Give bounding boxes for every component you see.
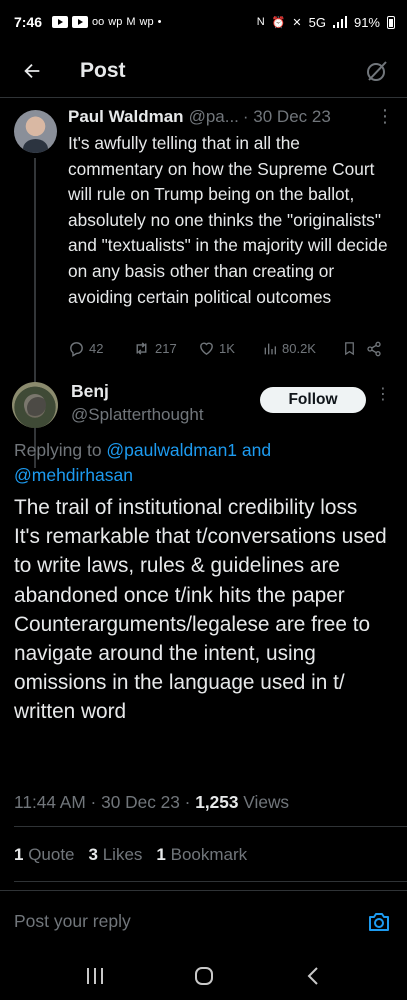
washington-post-icon: wp [108, 16, 123, 28]
author-handle[interactable]: @Splatterthought [71, 405, 204, 425]
likes-count: 3 [88, 845, 98, 864]
tweet-text-line-1: The trail of institutional credibility l… [14, 496, 358, 519]
back-button[interactable] [12, 51, 52, 91]
follow-button[interactable]: Follow [260, 387, 366, 413]
quotes-stat[interactable]: 1 Quote [14, 845, 75, 865]
tweet-text-line-3: Counterarguments/legalese are free to na… [14, 612, 371, 724]
system-back-button[interactable] [293, 956, 333, 996]
reply-icon [70, 342, 83, 357]
mention-link-2[interactable]: @mehdirhasan [14, 465, 133, 485]
status-bar: 7:46 oo wp M wp • N ⏰ ✕ 5G 91% [0, 0, 407, 44]
divider [14, 881, 407, 882]
arrow-left-icon [24, 63, 40, 78]
tweet-text: The trail of institutional credibility l… [14, 493, 399, 727]
page-title: Post [80, 58, 126, 82]
status-bar-right: N ⏰ ✕ 5G 91% [257, 15, 395, 30]
reply-composer: Post your reply [0, 890, 407, 952]
views-button[interactable]: 80.2K [262, 341, 342, 357]
alarm-icon: ⏰ [271, 16, 286, 29]
share-button[interactable] [366, 341, 382, 357]
views-label: Views [238, 792, 290, 812]
divider [14, 826, 407, 827]
share-icon [367, 341, 381, 356]
top-app-bar: Post [0, 44, 407, 98]
avatar[interactable] [12, 382, 58, 428]
views-chart-icon [264, 343, 276, 354]
voicemail-icon: oo [92, 16, 105, 28]
gmail-icon: M [126, 16, 136, 28]
grok-button[interactable] [363, 57, 391, 85]
camera-icon [369, 912, 389, 931]
mute-icon: ✕ [292, 16, 302, 29]
status-bar-left: 7:46 oo wp M wp • [14, 14, 161, 30]
bookmark-button[interactable] [342, 340, 366, 357]
bookmarks-label: Bookmark [170, 845, 248, 864]
author-name[interactable]: Benj [71, 381, 109, 402]
like-count: 1K [219, 341, 235, 356]
youtube-notification-icon [52, 16, 69, 28]
more-notifications-dot-icon: • [157, 16, 162, 28]
grok-icon [367, 60, 387, 81]
signal-icon [332, 16, 347, 28]
quotes-label: Quote [28, 845, 75, 864]
author-handle[interactable]: @pa... [189, 107, 239, 127]
more-options-button[interactable]: ⋮ [376, 106, 395, 127]
replying-and[interactable]: and [237, 440, 271, 460]
reply-button[interactable]: 42 [68, 340, 132, 357]
views-count: 1,253 [195, 792, 239, 812]
home-button[interactable] [184, 956, 224, 996]
mention-link-1[interactable]: @paulwaldman1 [106, 440, 237, 460]
battery-percent: 91% [353, 14, 380, 30]
repost-count: 217 [155, 341, 177, 356]
tweet-stats: 1 Quote 3 Likes 1 Bookmark [14, 845, 247, 865]
camera-button[interactable] [365, 908, 393, 936]
bookmark-icon [345, 342, 354, 356]
tweet-metadata: 11:44 AM · 30 Dec 23 · 1,253 Views [14, 792, 289, 813]
nfc-icon: N [256, 16, 265, 28]
tweet-actions: 42 217 1K 80.2K [68, 340, 390, 357]
youtube-notification-icon-2 [72, 16, 89, 28]
bookmarks-stat[interactable]: 1 Bookmark [156, 845, 247, 865]
tweet-text: It's awfully telling that in all the com… [68, 133, 388, 307]
chevron-left-icon [307, 967, 318, 985]
author-name[interactable]: Paul Waldman [68, 107, 184, 127]
replying-to: Replying to @paulwaldman1 and @mehdirhasa… [14, 438, 394, 488]
repost-button[interactable]: 217 [132, 340, 198, 357]
bookmarks-count: 1 [156, 845, 166, 864]
heart-icon [200, 342, 213, 356]
reply-input[interactable]: Post your reply [14, 911, 365, 932]
likes-label: Likes [102, 845, 143, 864]
avatar[interactable] [14, 110, 57, 153]
tweet-text-line-2: It's remarkable that t/conversations use… [14, 525, 387, 607]
recent-apps-icon [86, 968, 103, 984]
quotes-count: 1 [14, 845, 24, 864]
system-navigation-bar [0, 952, 407, 1000]
network-type: 5G [308, 14, 326, 30]
more-options-button[interactable]: ⋮ [375, 384, 392, 404]
battery-icon [387, 15, 395, 29]
tweet-timestamp[interactable]: 11:44 AM · 30 Dec 23 · [14, 792, 195, 812]
like-button[interactable]: 1K [198, 340, 262, 357]
replying-to-label: Replying to [14, 440, 107, 460]
view-count: 80.2K [282, 341, 316, 356]
status-time: 7:46 [14, 14, 43, 30]
parent-tweet-header: Paul Waldman @pa... · 30 Dec 23 ⋮ [68, 106, 395, 127]
tweet-date[interactable]: · 30 Dec 23 [243, 107, 331, 127]
washington-post-icon-2: wp [139, 16, 154, 28]
recent-apps-button[interactable] [75, 956, 115, 996]
repost-icon [136, 342, 147, 355]
home-icon [194, 967, 213, 985]
reply-count: 42 [89, 341, 104, 356]
likes-stat[interactable]: 3 Likes [89, 845, 143, 865]
